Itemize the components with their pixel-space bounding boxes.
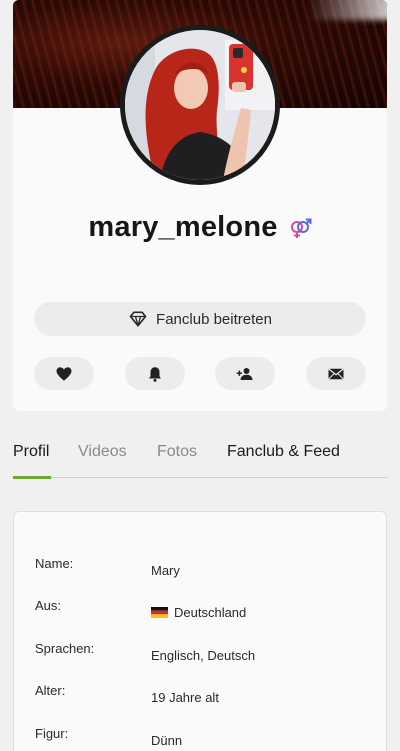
detail-row-languages: Sprachen: Englisch, Deutsch <box>14 641 388 665</box>
detail-value: Mary <box>151 563 180 578</box>
diamond-icon <box>129 311 147 327</box>
heart-icon <box>56 366 72 381</box>
profile-card: mary_melone Fanclub beitreten <box>13 0 387 411</box>
detail-row-figure: Figur: Dünn <box>14 726 388 750</box>
detail-label: Alter: <box>35 683 66 698</box>
tab-fotos-label: Fotos <box>157 443 198 460</box>
detail-value: Deutschland <box>151 605 246 620</box>
detail-value: 19 Jahre alt <box>151 690 219 705</box>
tab-profil[interactable]: Profil <box>13 443 51 479</box>
detail-label: Aus: <box>35 598 62 613</box>
envelope-icon <box>328 367 344 380</box>
tab-fanclub-feed-label: Fanclub & Feed <box>227 443 340 460</box>
follow-button[interactable] <box>215 357 275 390</box>
detail-row-origin: Aus: Deutschland <box>14 598 388 622</box>
add-user-icon <box>236 367 253 380</box>
detail-label: Figur: <box>35 726 69 741</box>
tab-profil-label: Profil <box>13 443 50 460</box>
avatar[interactable] <box>120 25 280 185</box>
like-button[interactable] <box>34 357 94 390</box>
profile-details-card: Name: Mary Aus: Deutschland Sprachen: En… <box>13 511 387 751</box>
active-tab-indicator <box>13 476 51 479</box>
fanclub-join-label: Fanclub beitreten <box>156 310 272 328</box>
detail-value: Dünn <box>151 733 183 748</box>
germany-flag-icon <box>151 607 168 618</box>
notify-button[interactable] <box>125 357 185 390</box>
detail-row-age: Alter: 19 Jahre alt <box>14 683 388 707</box>
detail-row-name: Name: Mary <box>14 556 388 580</box>
username: mary_melone <box>88 210 278 243</box>
tab-videos[interactable]: Videos <box>78 443 127 477</box>
username-row: mary_melone <box>13 205 387 249</box>
tab-fotos[interactable]: Fotos <box>157 443 197 477</box>
detail-label: Name: <box>35 556 74 571</box>
message-button[interactable] <box>306 357 366 390</box>
tab-fanclub-feed[interactable]: Fanclub & Feed <box>227 443 340 477</box>
tab-videos-label: Videos <box>78 443 127 460</box>
profile-tabs: Profil Videos Fotos Fanclub & Feed <box>13 437 387 479</box>
avatar-photo <box>125 30 275 180</box>
detail-value: Englisch, Deutsch <box>151 648 256 663</box>
fanclub-join-button[interactable]: Fanclub beitreten <box>34 302 366 336</box>
bell-icon <box>149 366 161 382</box>
gender-mars-venus-icon <box>290 218 312 238</box>
detail-label: Sprachen: <box>35 641 95 656</box>
